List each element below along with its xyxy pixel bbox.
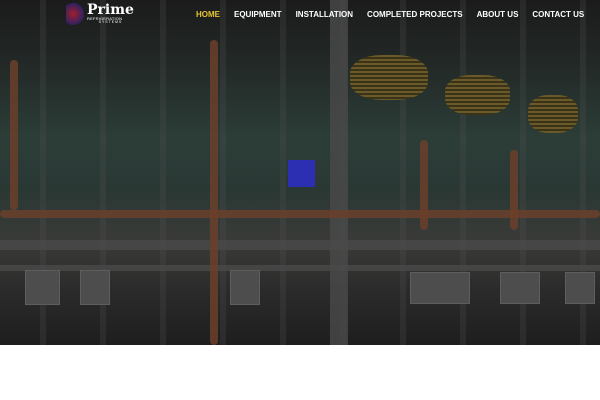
nav-about-us[interactable]: ABOUT US (477, 10, 519, 19)
pipe (420, 140, 428, 230)
logo-name: Prime (87, 2, 134, 19)
coil (528, 95, 578, 133)
panel (80, 270, 110, 305)
main-nav: HOME EQUIPMENT INSTALLATION COMPLETED PR… (196, 10, 584, 19)
pipe (10, 60, 18, 210)
hero-image (0, 0, 600, 345)
pipe (210, 40, 218, 345)
pipe (510, 150, 518, 230)
panel (500, 272, 540, 304)
nav-contact-us[interactable]: CONTACT US (532, 10, 584, 19)
nav-completed-projects[interactable]: COMPLETED PROJECTS (367, 10, 463, 19)
coil (350, 55, 428, 100)
logo-icon (66, 3, 84, 25)
logo[interactable]: Prime REFRIGERATION SYSTEMS (66, 3, 134, 25)
panel (565, 272, 595, 304)
panel (230, 270, 260, 305)
rack-post (330, 0, 348, 345)
nav-home[interactable]: HOME (196, 10, 220, 19)
coil (445, 75, 510, 115)
nav-installation[interactable]: INSTALLATION (296, 10, 353, 19)
nav-equipment[interactable]: EQUIPMENT (234, 10, 282, 19)
logo-line3: SYSTEMS (98, 20, 123, 25)
rack-rail (0, 240, 600, 250)
panel (410, 272, 470, 304)
panel (25, 270, 60, 305)
highlight-square (288, 160, 315, 187)
